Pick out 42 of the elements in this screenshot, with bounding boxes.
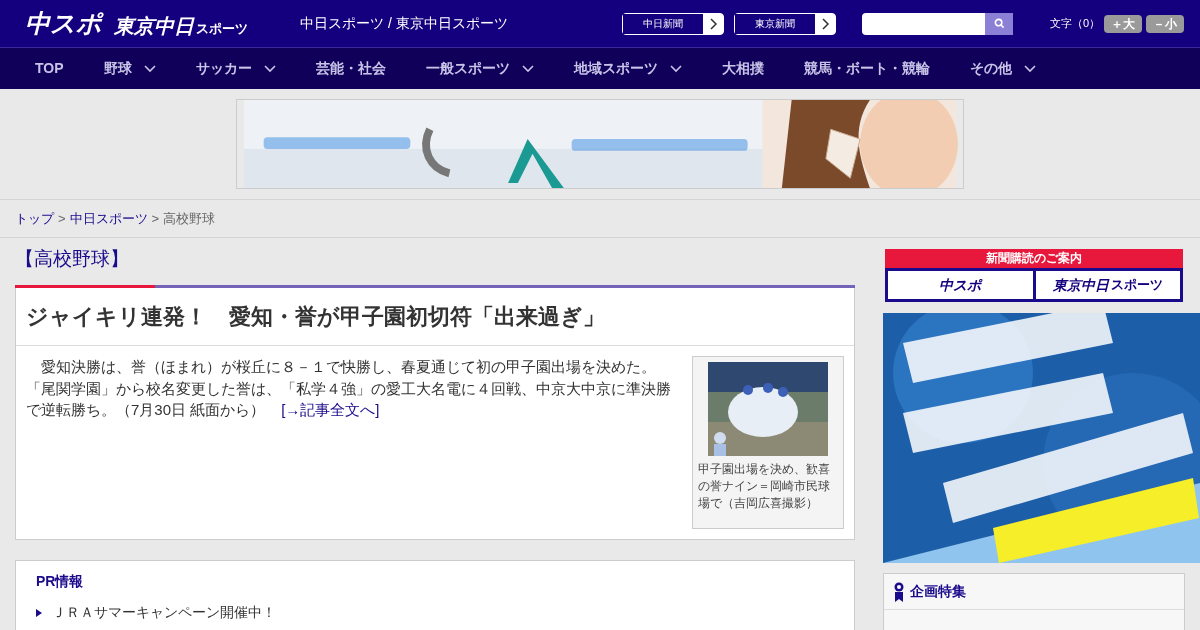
- triangle-bullet-icon: [36, 608, 42, 617]
- site-link-button[interactable]: 東京新聞: [734, 12, 836, 35]
- chevron-down-icon: [521, 64, 534, 73]
- nav-item[interactable]: 大相撲: [721, 58, 764, 79]
- newspaper-logo[interactable]: 中スポ: [888, 271, 1033, 299]
- nav-item[interactable]: 一般スポーツ: [425, 58, 534, 79]
- section-title: 【高校野球】: [15, 246, 129, 271]
- pr-link[interactable]: ＪＲＡサマーキャンペーン開催中！: [52, 602, 276, 623]
- nav-item[interactable]: TOP: [35, 58, 64, 79]
- nav-item[interactable]: 競馬・ボート・競輪: [803, 58, 930, 79]
- site-link-button[interactable]: 中日新聞: [622, 12, 724, 35]
- chevron-down-icon: [669, 64, 682, 73]
- feature-title: 企画特集: [910, 582, 966, 601]
- nav-item[interactable]: 野球: [103, 58, 156, 79]
- breadcrumb-separator: >: [58, 209, 66, 228]
- photo-caption: 甲子園出場を決め、歓喜の誉ナイン＝岡崎市民球場で（吉岡広喜撮影）: [698, 461, 831, 512]
- nav-item[interactable]: 地域スポーツ: [573, 58, 682, 79]
- logo[interactable]: 東京中日スポーツ: [114, 16, 248, 36]
- read-more-link[interactable]: [→記事全文へ]: [281, 401, 380, 418]
- chevron-down-icon: [1023, 64, 1036, 73]
- search-button[interactable]: [985, 12, 1013, 35]
- newspaper-logo[interactable]: 東京中日スポーツ: [1035, 271, 1180, 299]
- subscribe-banner[interactable]: 新聞購読のご案内 中スポ 東京中日スポーツ: [885, 249, 1183, 302]
- search-icon: [993, 18, 1005, 29]
- breadcrumb-link[interactable]: 中日スポーツ: [69, 208, 148, 229]
- article-body: 愛知決勝は、誉（ほまれ）が桜丘に８－１で快勝し、春夏通じて初の甲子園出場を決めた。「尾関学園」から校名変更した誉は、「私学４強」の愛工大名電に４回戦、中京大中京に準決勝で逆転勝ち。（7月30日 紙面から） [→記事全文へ]: [26, 357, 672, 420]
- font-size-label: 文字（0）: [1050, 16, 1101, 32]
- breadcrumb-current: 高校野球: [163, 209, 216, 228]
- site-title: 中日スポーツ / 東京中日スポーツ: [300, 14, 509, 33]
- logo[interactable]: 中スポ: [25, 11, 102, 36]
- ribbon-award-icon: [894, 581, 904, 602]
- nav-item[interactable]: その他: [969, 58, 1036, 79]
- chevron-down-icon: [263, 64, 276, 73]
- pr-title: PR情報: [36, 572, 85, 591]
- nav-item[interactable]: サッカー: [195, 58, 276, 79]
- breadcrumb-link[interactable]: トップ: [15, 208, 54, 229]
- article-headline: ジャイキリ連発！ 愛知・誉が甲子園初切符「出来過ぎ」: [26, 303, 605, 331]
- chevron-down-icon: [143, 64, 156, 73]
- subscribe-title: 新聞購読のご案内: [985, 250, 1083, 267]
- search-field[interactable]: [862, 12, 1013, 35]
- nav-item[interactable]: 芸能・社会: [315, 58, 386, 79]
- breadcrumb-separator: >: [151, 209, 160, 228]
